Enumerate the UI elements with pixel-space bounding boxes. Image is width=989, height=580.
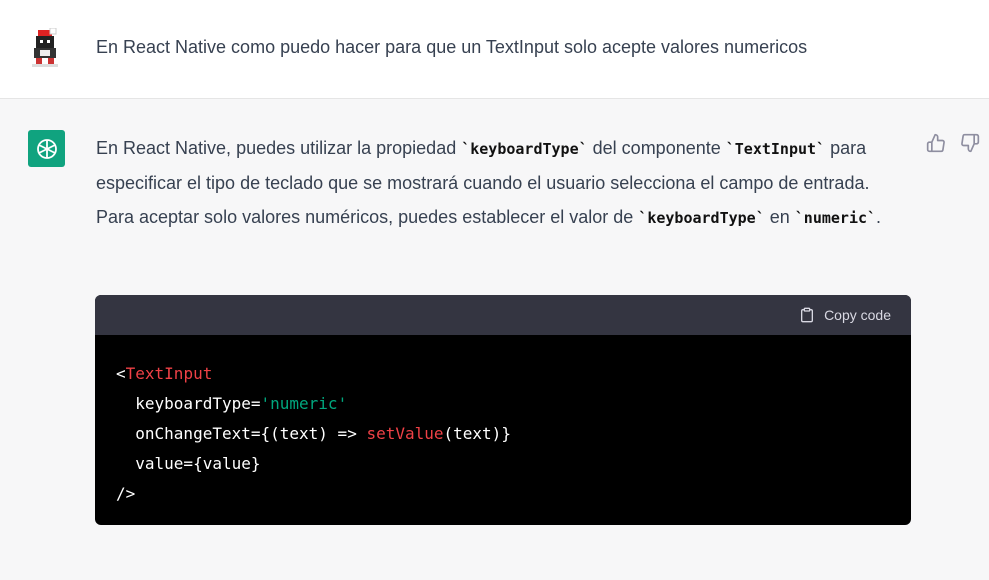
code-attr: keyboardType= bbox=[116, 394, 261, 413]
code-function: setValue bbox=[366, 424, 444, 443]
thumbs-down-icon[interactable] bbox=[960, 133, 980, 153]
user-avatar bbox=[28, 27, 62, 68]
user-message-row: En React Native como puedo hacer para qu… bbox=[0, 0, 989, 99]
clipboard-icon bbox=[801, 307, 814, 323]
code-line-4: value={value} bbox=[116, 454, 261, 473]
code-block-header: Copy code bbox=[95, 295, 911, 335]
inline-code-textinput: `TextInput` bbox=[725, 140, 826, 158]
code-line-5: /> bbox=[116, 484, 136, 503]
answer-text-4: en bbox=[764, 207, 795, 227]
answer-text-2: del componente bbox=[587, 138, 726, 158]
code-line-1: <TextInput bbox=[116, 359, 911, 389]
pixel-avatar-icon bbox=[32, 27, 58, 67]
answer-text-5: . bbox=[876, 207, 882, 227]
code-content: <TextInput keyboardType='numeric' onChan… bbox=[95, 335, 911, 509]
inline-code-keyboardtype: `keyboardType` bbox=[461, 140, 588, 158]
code-line-2: keyboardType='numeric' bbox=[116, 389, 911, 419]
copy-code-label: Copy code bbox=[824, 307, 891, 323]
code-tag: TextInput bbox=[125, 364, 213, 383]
code-line-3: onChangeText={(text) => setValue(text)} bbox=[116, 419, 911, 449]
assistant-avatar bbox=[28, 130, 65, 167]
answer-paragraph: En React Native, puedes utilizar la prop… bbox=[96, 131, 901, 235]
openai-logo-icon bbox=[36, 138, 57, 159]
code-block: Copy code <TextInput keyboardType='numer… bbox=[95, 295, 911, 525]
code-lt: < bbox=[116, 364, 126, 383]
user-message-text: En React Native como puedo hacer para qu… bbox=[96, 37, 808, 57]
code-line3-a: onChangeText={(text) => bbox=[116, 424, 367, 443]
answer-text-1: En React Native, puedes utilizar la prop… bbox=[96, 138, 462, 158]
code-line3-b: (text)} bbox=[443, 424, 511, 443]
inline-code-keyboardtype-2: `keyboardType` bbox=[638, 209, 765, 227]
thumbs-up-icon[interactable] bbox=[926, 133, 946, 153]
code-string: 'numeric' bbox=[260, 394, 348, 413]
inline-code-numeric: `numeric` bbox=[794, 209, 877, 227]
assistant-answer: En React Native, puedes utilizar la prop… bbox=[96, 131, 901, 235]
feedback-buttons bbox=[926, 133, 980, 153]
copy-code-button[interactable]: Copy code bbox=[799, 306, 891, 324]
assistant-message-row: En React Native, puedes utilizar la prop… bbox=[0, 99, 989, 580]
